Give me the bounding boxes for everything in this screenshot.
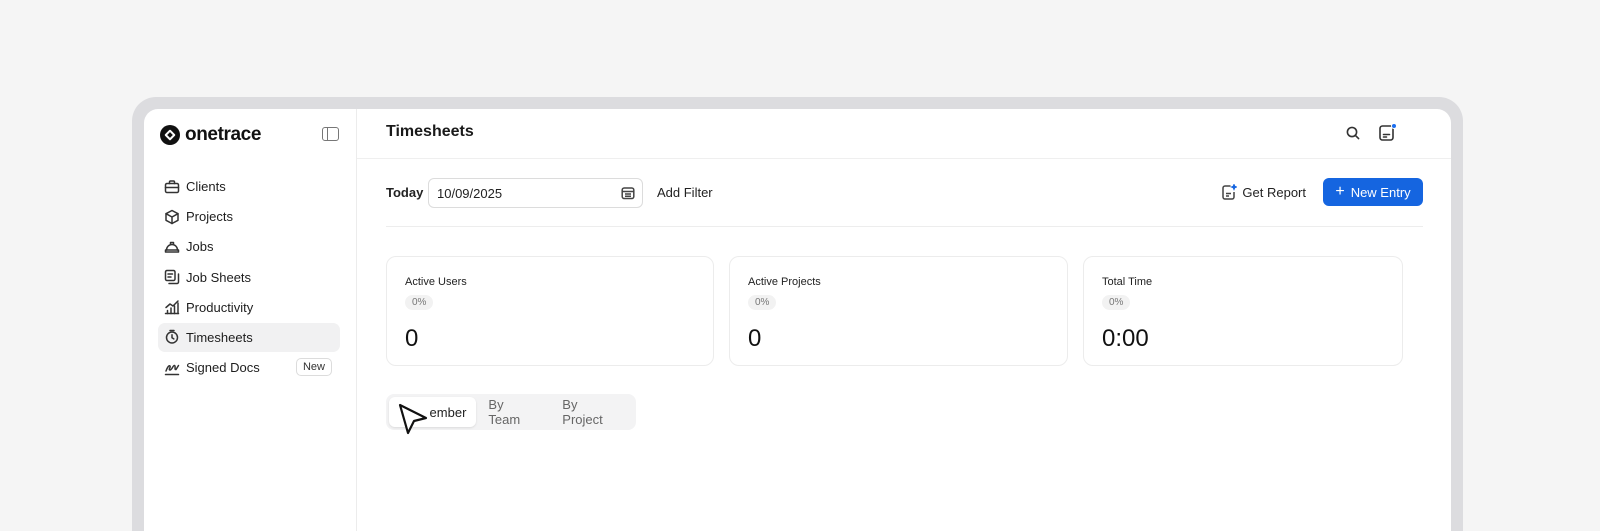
- stats-cards: Active Users 0% 0 Active Projects 0% 0 T…: [386, 256, 1423, 366]
- stat-change-badge: 0%: [405, 295, 434, 310]
- briefcase-icon: [164, 179, 180, 195]
- search-icon[interactable]: [1343, 123, 1363, 143]
- brand-name: onetrace: [185, 124, 262, 145]
- cube-icon: [164, 209, 180, 225]
- sidebar-item-label: Timesheets: [186, 329, 253, 345]
- sidebar-item-label: Productivity: [186, 299, 254, 315]
- stat-label: Total Time: [1102, 276, 1153, 288]
- today-button[interactable]: Today: [386, 185, 423, 200]
- brand-logo[interactable]: onetrace: [160, 124, 261, 146]
- sidebar-item-signed-docs[interactable]: Signed Docs New: [158, 353, 340, 382]
- top-bar: Timesheets: [357, 109, 1451, 159]
- stat-card-active-users: Active Users 0% 0: [386, 256, 714, 366]
- sidebar-item-productivity[interactable]: Productivity: [158, 293, 340, 322]
- tab-by-team[interactable]: By Team: [476, 397, 550, 427]
- stat-change-badge: 0%: [748, 295, 777, 310]
- main-content: Timesheets Today 10/09/2025 Add Filter G…: [357, 109, 1451, 531]
- sidebar-item-label: Clients: [186, 179, 226, 194]
- sidebar-item-job-sheets[interactable]: Job Sheets: [158, 263, 340, 292]
- date-input[interactable]: 10/09/2025: [428, 178, 643, 208]
- sidebar-item-jobs[interactable]: Jobs: [158, 232, 340, 261]
- stat-label: Active Projects: [748, 276, 821, 288]
- plus-icon: +: [1335, 182, 1345, 200]
- hardhat-icon: [164, 239, 180, 255]
- sidebar-nav: Clients Projects Jobs Job Sheets Product…: [158, 172, 340, 383]
- get-report-button[interactable]: Get Report: [1221, 184, 1306, 201]
- get-report-label: Get Report: [1242, 185, 1306, 200]
- tab-by-project[interactable]: By Project: [550, 397, 633, 427]
- notifications-icon[interactable]: [1377, 123, 1397, 143]
- calendar-icon[interactable]: [621, 186, 635, 200]
- clock-icon: [164, 329, 180, 345]
- sidebar-item-label: Jobs: [186, 239, 214, 255]
- chart-icon: [164, 299, 180, 315]
- date-value: 10/09/2025: [437, 185, 503, 201]
- sidebar-item-timesheets[interactable]: Timesheets: [158, 322, 340, 352]
- filter-toolbar: Today 10/09/2025 Add Filter Get Report +…: [386, 178, 1423, 208]
- page-title: Timesheets: [386, 123, 474, 140]
- sidebar-item-label: Job Sheets: [186, 269, 252, 285]
- new-badge: New: [295, 358, 332, 377]
- app-window: onetrace Clients Projects Jobs Job Sheet…: [144, 109, 1451, 531]
- report-sparkle-icon: [1222, 184, 1238, 200]
- new-entry-button[interactable]: + New Entry: [1323, 178, 1423, 206]
- sidebar-item-clients[interactable]: Clients: [158, 172, 340, 201]
- sheets-icon: [164, 269, 180, 285]
- add-filter-button[interactable]: Add Filter: [657, 185, 713, 200]
- stat-value: 0:00: [1102, 325, 1149, 352]
- notification-dot: [1391, 123, 1397, 129]
- stat-label: Active Users: [405, 276, 467, 288]
- stat-card-active-projects: Active Projects 0% 0: [729, 256, 1068, 366]
- sidebar-item-label: Projects: [186, 209, 233, 225]
- signature-icon: [164, 360, 180, 376]
- stat-card-total-time: Total Time 0% 0:00: [1083, 256, 1403, 366]
- new-entry-label: New Entry: [1350, 184, 1411, 200]
- sidebar-toggle-icon[interactable]: [322, 127, 339, 141]
- stat-value: 0: [405, 325, 419, 352]
- stat-change-badge: 0%: [1102, 295, 1131, 310]
- divider: [386, 226, 1423, 227]
- sidebar-item-label: Signed Docs: [186, 360, 260, 376]
- onetrace-logo-icon: [160, 125, 180, 145]
- sidebar-item-projects[interactable]: Projects: [158, 202, 340, 231]
- sidebar: onetrace Clients Projects Jobs Job Sheet…: [144, 109, 357, 531]
- mouse-cursor-icon: [396, 401, 432, 437]
- stat-value: 0: [748, 325, 762, 352]
